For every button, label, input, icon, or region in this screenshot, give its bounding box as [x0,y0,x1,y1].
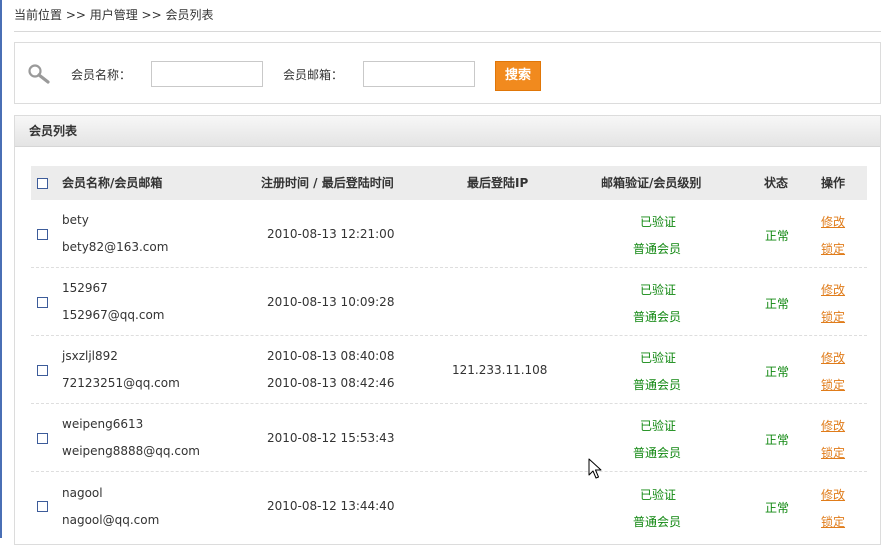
status-badge: 正常 [765,229,790,243]
register-time: 2010-08-13 10:09:28 [267,295,395,309]
member-email-input[interactable] [363,61,475,87]
search-button[interactable]: 搜索 [495,61,541,91]
status-badge: 正常 [765,365,790,379]
email-verified: 已验证 [640,351,677,365]
email-verified: 已验证 [640,215,677,229]
mouse-pointer-icon [588,458,602,479]
lock-link[interactable]: 锁定 [821,308,845,325]
lock-link[interactable]: 锁定 [821,240,845,257]
edit-link[interactable]: 修改 [821,213,845,230]
member-level: 普通会员 [633,242,682,256]
member-name: weipeng6613 [62,417,144,431]
magnifier-icon [28,64,50,84]
member-email: bety82@163.com [62,240,169,254]
table-row: 152967 152967@qq.com 2010-08-13 10:09:28… [31,268,867,336]
member-email: weipeng8888@qq.com [62,444,200,458]
header-times: 注册时间 / 最后登陆时间 [261,176,394,190]
member-level: 普通会员 [633,378,682,392]
register-time: 2010-08-13 08:40:08 [267,349,395,363]
email-verified: 已验证 [640,283,677,297]
table-row: jsxzljl892 72123251@qq.com 2010-08-13 08… [31,336,867,404]
email-verified: 已验证 [640,488,677,502]
breadcrumb-divider [14,31,881,32]
email-verified: 已验证 [640,419,677,433]
member-level: 普通会员 [633,446,682,460]
register-time: 2010-08-12 15:53:43 [267,431,395,445]
register-time: 2010-08-13 12:21:00 [267,227,395,241]
member-name: jsxzljl892 [62,349,118,363]
row-checkbox[interactable] [37,297,48,308]
row-checkbox[interactable] [37,365,48,376]
member-name-input[interactable] [151,61,263,87]
status-badge: 正常 [765,433,790,447]
member-level: 普通会员 [633,310,682,324]
lock-link[interactable]: 锁定 [821,376,845,393]
member-name-label: 会员名称： [71,68,132,82]
lock-link[interactable]: 锁定 [821,444,845,461]
member-name: bety [62,213,89,227]
row-checkbox[interactable] [37,501,48,512]
table-row: weipeng6613 weipeng8888@qq.com 2010-08-1… [31,404,867,472]
status-badge: 正常 [765,297,790,311]
panel-title: 会员列表 [15,116,880,147]
member-level: 普通会员 [633,515,682,529]
member-name: 152967 [62,281,108,295]
table-row: bety bety82@163.com 2010-08-13 12:21:00 … [31,200,867,268]
header-action: 操作 [821,176,846,190]
table-row: nagool nagool@qq.com 2010-08-12 13:44:40… [31,472,867,540]
table-header: 会员名称/会员邮箱 注册时间 / 最后登陆时间 最后登陆IP 邮箱验证/会员级别… [31,166,867,200]
search-panel: 会员名称： 会员邮箱： 搜索 [14,42,881,104]
header-status: 状态 [764,176,789,190]
member-email: nagool@qq.com [62,513,160,527]
last-login-time: 2010-08-13 08:42:46 [267,376,395,390]
window-frame-left [0,0,2,538]
member-name: nagool [62,486,103,500]
edit-link[interactable]: 修改 [821,349,845,366]
edit-link[interactable]: 修改 [821,486,845,503]
member-email: 152967@qq.com [62,308,165,322]
edit-link[interactable]: 修改 [821,417,845,434]
row-checkbox[interactable] [37,229,48,240]
status-badge: 正常 [765,501,790,515]
header-ip: 最后登陆IP [467,176,529,190]
member-email-label: 会员邮箱： [283,68,344,82]
lock-link[interactable]: 锁定 [821,513,845,530]
member-email: 72123251@qq.com [62,376,180,390]
edit-link[interactable]: 修改 [821,281,845,298]
breadcrumb: 当前位置 >> 用户管理 >> 会员列表 [14,8,214,22]
last-login-ip: 121.233.11.108 [452,363,548,377]
header-verify-level: 邮箱验证/会员级别 [601,176,702,190]
row-checkbox[interactable] [37,433,48,444]
header-name-email: 会员名称/会员邮箱 [62,176,163,190]
member-list-panel: 会员列表 会员名称/会员邮箱 注册时间 / 最后登陆时间 最后登陆IP 邮箱验证… [14,115,881,545]
select-all-checkbox[interactable] [37,178,48,189]
register-time: 2010-08-12 13:44:40 [267,499,395,513]
